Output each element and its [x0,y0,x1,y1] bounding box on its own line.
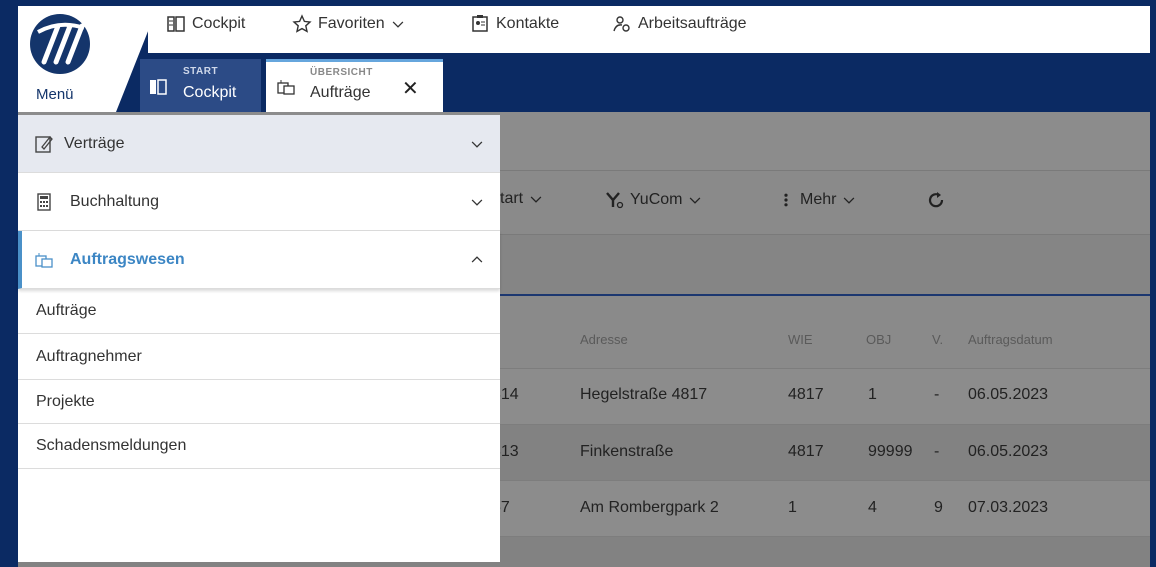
close-icon[interactable]: ✕ [402,76,419,101]
orders-icon [277,80,295,95]
nav-favoriten[interactable]: Favoriten [292,14,405,34]
cell-datum: 06.05.2023 [968,386,1049,403]
nav-cockpit[interactable]: Cockpit [166,14,245,34]
menu-item-auftragnehmer[interactable]: Auftragnehmer [18,334,500,380]
nav-kontakte[interactable]: Kontakte [470,14,559,34]
col-header-v[interactable]: V. [932,332,943,347]
contacts-icon [472,15,488,32]
contract-icon [35,135,53,153]
tab-auftraege[interactable]: ÜBERSICHT Aufträge ✕ [266,59,443,112]
tab-cockpit[interactable]: START Cockpit [140,59,261,112]
chevron-up-icon [471,255,483,263]
menu-section-vertraege-label: Verträge [64,134,125,152]
tab-auftraege-label: Aufträge [310,84,371,101]
chevron-down-icon [471,198,483,206]
chevron-down-icon [530,196,542,203]
chevron-down-icon [471,140,483,148]
tab-auftraege-caption: ÜBERSICHT [310,67,373,78]
menu-item-auftraege-label: Aufträge [36,302,97,319]
col-header-wie[interactable]: WIE [788,332,813,347]
start-menu-button[interactable]: tart [500,190,543,208]
more-label: Mehr [800,191,837,208]
menu-section-buchhaltung[interactable]: Buchhaltung [18,173,500,231]
yucom-icon [606,192,624,209]
more-vertical-icon [784,193,788,207]
side-menu: Verträge Buchhaltung Auftragswesen Auftr… [18,115,500,562]
cell-wie: 4817 [788,386,824,403]
menu-item-schadensmeldungen[interactable]: Schadensmeldungen [18,424,500,469]
tab-cockpit-label: Cockpit [183,84,237,101]
chevron-down-icon [844,197,855,204]
cell-v: - [934,443,940,460]
cell-wie: 4817 [788,443,824,460]
menu-section-vertraege[interactable]: Verträge [18,115,500,173]
menu-item-schadensmeldungen-label: Schadensmeldungen [36,437,187,454]
calculator-icon [37,192,51,211]
top-bar: Menü Cockpit Favoriten Kontakte Arbeitsa… [0,0,1156,112]
menu-section-auftragswesen[interactable]: Auftragswesen [18,231,500,289]
col-header-adresse[interactable]: Adresse [580,332,628,347]
nav-favoriten-label: Favoriten [318,15,385,32]
cell-obj: 4 [868,499,877,516]
nav-arbeitsauftraege-label: Arbeitsaufträge [638,15,747,32]
cell-adresse: Finkenstraße [580,443,674,460]
cockpit-icon [167,16,185,32]
menu-section-buchhaltung-label: Buchhaltung [70,192,159,210]
cell-datum: 06.05.2023 [968,443,1049,460]
menu-item-auftraege[interactable]: Aufträge [18,289,500,334]
nav-arbeitsauftraege[interactable]: Arbeitsaufträge [612,14,747,34]
cell-adresse: Am Rombergpark 2 [580,499,719,516]
menu-item-auftragnehmer-label: Auftragnehmer [36,347,142,365]
yucom-menu-button[interactable]: YuCom [604,190,702,210]
nav-kontakte-label: Kontakte [496,15,560,32]
work-orders-icon [613,16,630,32]
menu-section-auftragswesen-label: Auftragswesen [70,250,185,268]
orders-icon [35,252,53,268]
tab-cockpit-caption: START [183,66,219,77]
col-header-auftragsdatum[interactable]: Auftragsdatum [968,332,1053,347]
col-header-obj[interactable]: OBJ [866,332,891,347]
menu-item-projekte-label: Projekte [36,392,95,410]
refresh-icon[interactable] [926,190,946,210]
chevron-down-icon [690,197,701,204]
start-menu-label: tart [500,190,524,207]
cell-adresse: Hegelstraße 4817 [580,386,708,403]
cell-datum: 07.03.2023 [968,499,1049,516]
cell-obj: 99999 [868,443,913,460]
cell-wie: 1 [788,499,797,516]
nav-cockpit-label: Cockpit [192,15,246,32]
menu-label[interactable]: Menü [36,86,74,103]
cell-obj: 1 [868,386,877,403]
logo-icon [30,14,90,74]
cockpit-icon [150,79,167,95]
more-menu-button[interactable]: Mehr [778,190,856,210]
cell-v: - [934,386,940,403]
cell-v: 9 [934,499,943,516]
menu-item-projekte[interactable]: Projekte [18,380,500,424]
chevron-down-icon [392,21,404,28]
star-icon [292,14,312,33]
yucom-label: YuCom [630,191,683,208]
